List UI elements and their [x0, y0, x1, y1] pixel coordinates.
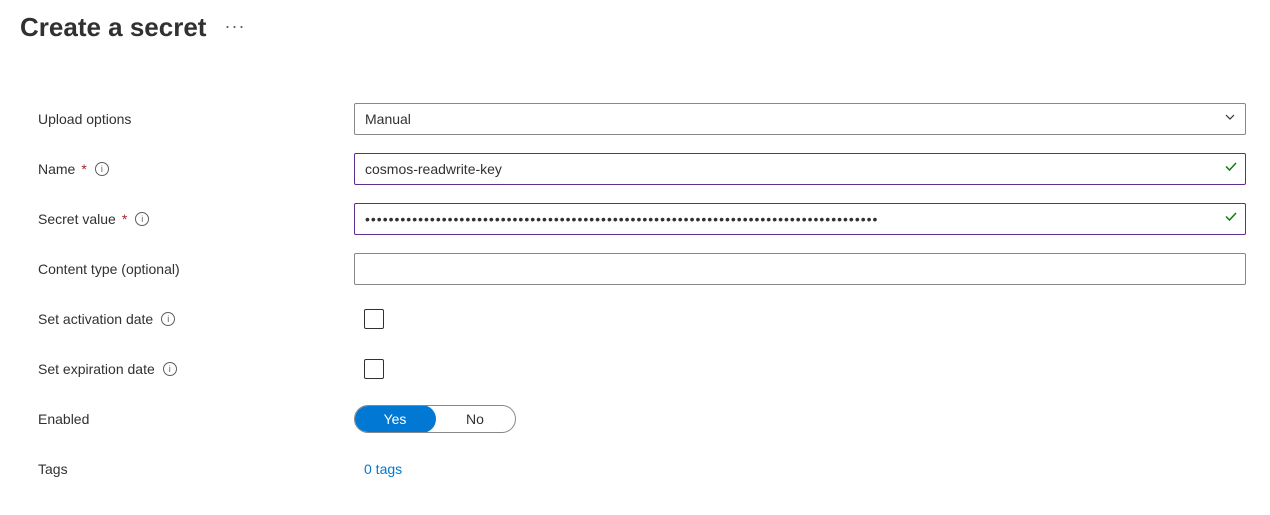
- secret-value-label: Secret value: [38, 211, 116, 227]
- expiration-date-checkbox[interactable]: [364, 359, 384, 379]
- name-input[interactable]: [354, 153, 1246, 185]
- upload-options-select[interactable]: Manual: [354, 103, 1246, 135]
- activation-date-checkbox[interactable]: [364, 309, 384, 329]
- required-star-icon: *: [122, 211, 127, 227]
- create-secret-form: Upload options Manual Name * i: [20, 103, 1250, 485]
- info-icon[interactable]: i: [163, 362, 177, 376]
- activation-date-label: Set activation date: [38, 311, 153, 327]
- name-label: Name: [38, 161, 75, 177]
- enabled-toggle-no[interactable]: No: [435, 406, 515, 432]
- required-star-icon: *: [81, 161, 86, 177]
- info-icon[interactable]: i: [161, 312, 175, 326]
- info-icon[interactable]: i: [135, 212, 149, 226]
- secret-value-input[interactable]: [354, 203, 1246, 235]
- tags-link[interactable]: 0 tags: [364, 461, 402, 477]
- enabled-label: Enabled: [38, 411, 89, 427]
- tags-label: Tags: [38, 461, 68, 477]
- content-type-input[interactable]: [354, 253, 1246, 285]
- content-type-label: Content type (optional): [38, 261, 180, 277]
- expiration-date-label: Set expiration date: [38, 361, 155, 377]
- page-title: Create a secret: [20, 12, 206, 43]
- enabled-toggle[interactable]: Yes No: [354, 405, 516, 433]
- upload-options-label: Upload options: [38, 111, 131, 127]
- info-icon[interactable]: i: [95, 162, 109, 176]
- enabled-toggle-yes[interactable]: Yes: [354, 405, 436, 433]
- more-actions-icon[interactable]: ···: [224, 17, 245, 35]
